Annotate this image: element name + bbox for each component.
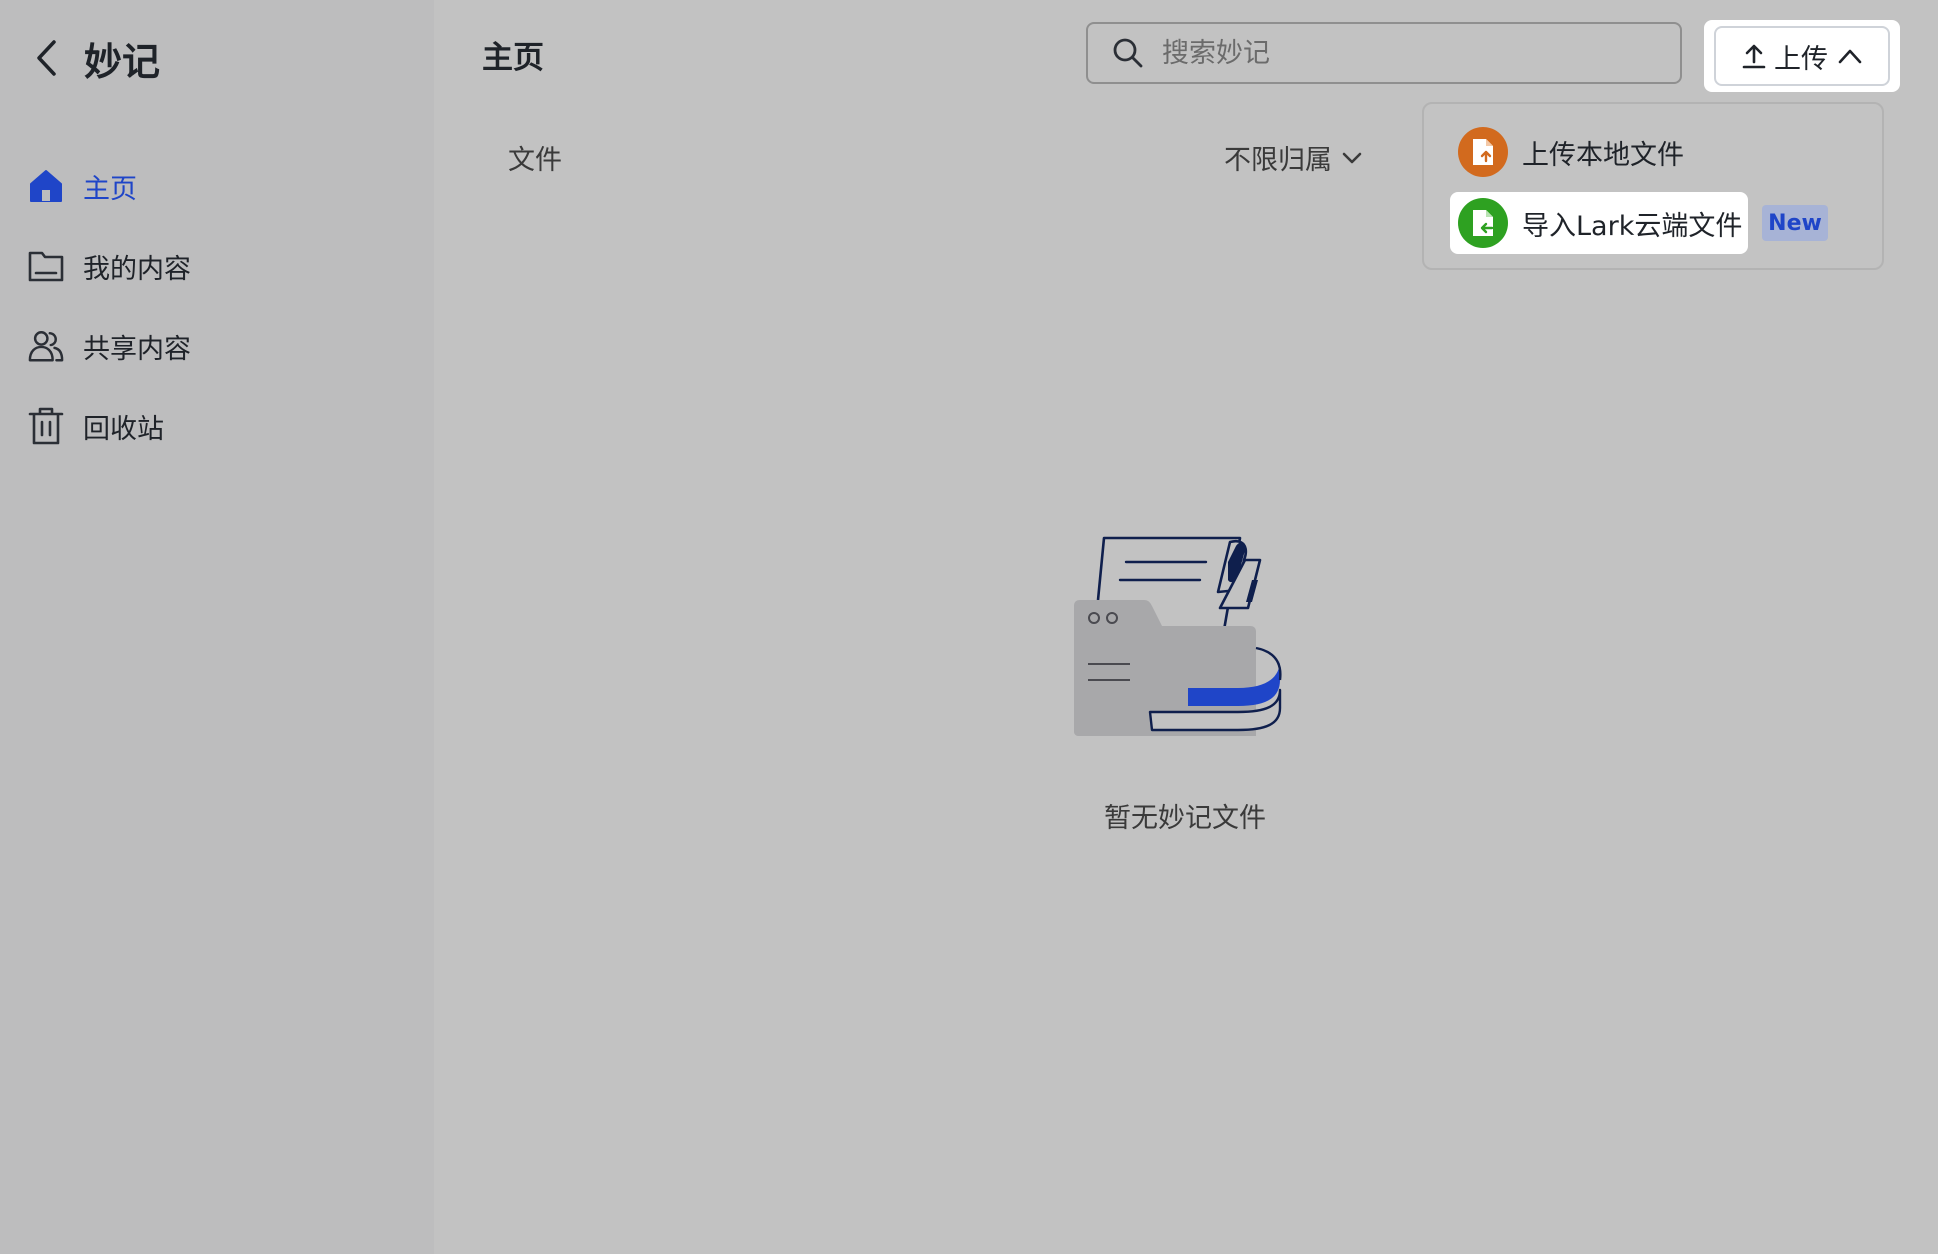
sidebar-item-label: 我的内容: [83, 253, 191, 285]
ownership-filter[interactable]: 不限归属: [1224, 138, 1362, 177]
sidebar-nav: 主页 我的内容 共享内容 回收站: [0, 146, 434, 466]
tab-files[interactable]: 文件: [508, 138, 562, 177]
sidebar-item-trash[interactable]: 回收站: [0, 386, 434, 466]
app-title: 妙记: [84, 39, 161, 84]
menu-item-label: 上传本地文件: [1522, 139, 1684, 171]
empty-state-text: 暂无妙记文件: [1104, 803, 1266, 834]
upload-button-label: 上传: [1774, 43, 1828, 75]
trash-icon: [28, 407, 64, 445]
users-icon: [28, 328, 64, 364]
upload-icon: [1742, 44, 1766, 69]
upload-button-wrapper: 上传: [1704, 20, 1900, 92]
menu-item-label: 导入Lark云端文件: [1522, 210, 1743, 242]
sidebar-item-my-content[interactable]: 我的内容: [0, 226, 434, 306]
sidebar-item-label: 主页: [83, 173, 137, 205]
chevron-down-icon: [1342, 152, 1362, 163]
chevron-left-icon: [37, 40, 56, 76]
local-file-upload-icon: [1458, 127, 1508, 177]
sidebar-item-shared-content[interactable]: 共享内容: [0, 306, 434, 386]
search-box[interactable]: [1086, 22, 1682, 84]
sidebar-header: 妙记: [28, 30, 160, 86]
upload-button[interactable]: 上传: [1714, 26, 1890, 86]
menu-item-import-lark-cloud-file[interactable]: 导入Lark云端文件: [1450, 192, 1749, 254]
page-title: 主页: [482, 40, 544, 76]
folder-icon: [28, 248, 64, 284]
search-icon: [1110, 35, 1146, 71]
filter-label: 不限归属: [1224, 145, 1332, 176]
chevron-up-icon: [1838, 49, 1862, 64]
new-badge: New: [1762, 205, 1828, 241]
empty-state-illustration: [1074, 536, 1282, 736]
back-button[interactable]: [28, 30, 64, 86]
search-input[interactable]: [1160, 36, 1644, 70]
sidebar-item-label: 回收站: [83, 413, 164, 445]
upload-menu: 上传本地文件 导入Lark云端文件: [1422, 102, 1884, 270]
menu-item-upload-local-file[interactable]: 上传本地文件: [1458, 122, 1684, 182]
sidebar: 妙记 主页 我的内容 共享内容 回收站: [0, 0, 434, 1254]
sidebar-item-label: 共享内容: [83, 333, 191, 365]
sidebar-item-home[interactable]: 主页: [0, 146, 434, 226]
home-icon: [28, 168, 64, 204]
cloud-file-import-icon: [1458, 198, 1508, 248]
